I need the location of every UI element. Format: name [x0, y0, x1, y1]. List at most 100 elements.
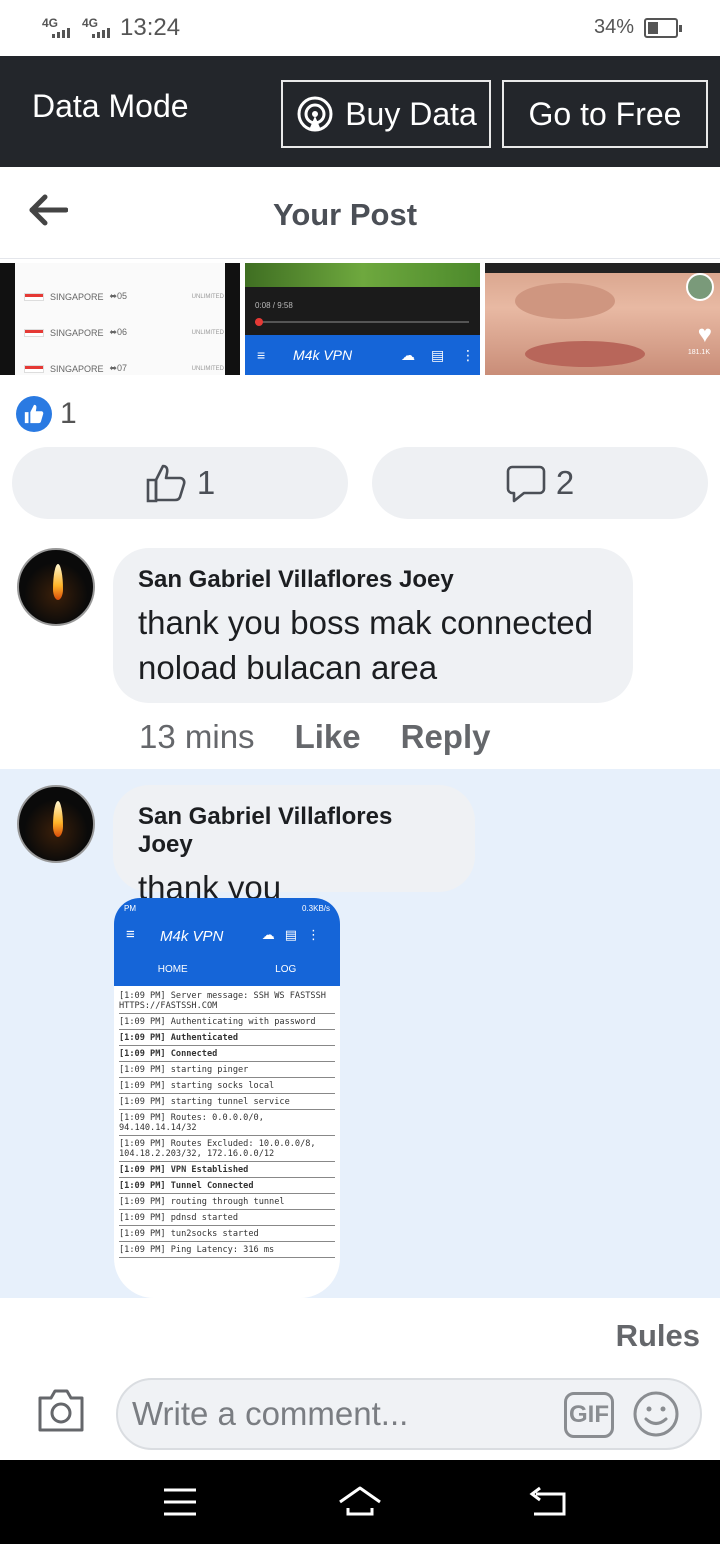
comment-like-button[interactable]: Like: [295, 718, 361, 756]
comment-input-wrapper: GIF: [116, 1378, 702, 1450]
menu-icon[interactable]: [156, 1482, 204, 1522]
log-entry: [1:09 PM] Tunnel Connected: [119, 1178, 335, 1194]
video-time: 0:08 / 9:58: [255, 301, 293, 310]
comment-meta: 13 mins Like Reply: [139, 718, 490, 756]
heart-icon: ♥: [697, 321, 712, 348]
emoji-icon[interactable]: [632, 1390, 680, 1438]
gif-button[interactable]: GIF: [564, 1392, 614, 1438]
vpn-log-list: [1:09 PM] Server message: SSH WS FASTSSH…: [119, 988, 335, 1258]
comment-input[interactable]: [132, 1392, 552, 1436]
avatar: [686, 273, 714, 301]
log-entry: [1:09 PM] starting pinger: [119, 1062, 335, 1078]
singapore-flag-icon: [24, 364, 44, 373]
home-icon[interactable]: [336, 1482, 384, 1522]
server-name: SINGAPORE: [50, 363, 104, 374]
comment-bubble[interactable]: San Gabriel Villaflores Joey thank you: [113, 785, 475, 906]
app-toolbar-icons: ☁▤⋮: [261, 927, 330, 942]
log-entry: [1:09 PM] routing through tunnel: [119, 1194, 335, 1210]
vpn-app-header: PM 0.3KB/s ≡ M4k VPN ☁▤⋮ HOME LOG: [114, 898, 340, 986]
document-icon: ▤: [431, 347, 445, 363]
log-entry: [1:09 PM] tun2socks started: [119, 1226, 335, 1242]
back-icon[interactable]: [524, 1482, 572, 1522]
like-count: 1: [196, 464, 216, 501]
log-entry: [1:09 PM] Routes: 0.0.0.0/0, 94.140.14.1…: [119, 1110, 335, 1136]
avatar[interactable]: [17, 548, 95, 626]
media-thumbnail-servers[interactable]: SINGAPORE ⬌05 UNLIMITED SINGAPORE ⬌06 UNLI…: [0, 263, 240, 375]
go-to-free-label: Go to Free: [528, 95, 682, 132]
system-nav-bar: [0, 1460, 720, 1544]
log-entry: [1:09 PM] Authenticating with password: [119, 1014, 335, 1030]
like-button[interactable]: 1: [12, 447, 348, 519]
log-entry: [1:09 PM] pdnsd started: [119, 1210, 335, 1226]
singapore-flag-icon: [24, 292, 44, 301]
log-entry: [1:09 PM] Connected: [119, 1046, 335, 1062]
log-entry: [1:09 PM] Authenticated: [119, 1030, 335, 1046]
post-header: Your Post: [0, 167, 720, 259]
thumbs-up-icon: [146, 464, 186, 503]
media-thumbnail-video[interactable]: 0:08 / 9:58 ≡ M4k VPN ☁ ▤ ⋮: [245, 263, 480, 375]
comment-author[interactable]: San Gabriel Villaflores Joey: [138, 566, 607, 594]
menu-icon: ≡: [257, 347, 266, 363]
more-icon: ⋮: [461, 347, 475, 363]
server-suffix: ⬌05: [109, 291, 128, 301]
like-reaction-icon: [16, 396, 52, 432]
post-media-strip: SINGAPORE ⬌05 UNLIMITED SINGAPORE ⬌06 UNLI…: [0, 263, 720, 375]
data-mode-banner: Data Mode Buy Data Go to Free: [0, 56, 720, 167]
comment-attachment-image[interactable]: PM 0.3KB/s ≡ M4k VPN ☁▤⋮ HOME LOG [1:09 …: [114, 898, 340, 1298]
comment-text: thank you boss mak connected noload bula…: [138, 604, 593, 686]
server-name: SINGAPORE: [50, 291, 104, 302]
comment-bubble[interactable]: San Gabriel Villaflores Joey thank you b…: [113, 548, 633, 703]
like-count-small: 181.1K: [687, 349, 710, 356]
candle-flame-icon: [53, 564, 63, 600]
gif-label: GIF: [569, 1401, 609, 1428]
page-title: Your Post: [272, 197, 418, 232]
server-plan: UNLIMITED: [191, 293, 224, 300]
vpn-app-title: M4k VPN: [160, 928, 224, 945]
battery-icon: [644, 18, 682, 38]
vpn-app-bar: ≡ M4k VPN ☁ ▤ ⋮: [245, 335, 480, 375]
camera-icon[interactable]: [36, 1386, 86, 1434]
comment-time: 13 mins: [139, 718, 255, 755]
log-entry: [1:09 PM] starting tunnel service: [119, 1094, 335, 1110]
comment-composer: GIF: [0, 1372, 720, 1460]
comment-reply-button[interactable]: Reply: [401, 718, 491, 756]
video-progress: [255, 318, 469, 326]
log-entry: [1:09 PM] VPN Established: [119, 1162, 335, 1178]
attachment-time: PM: [124, 904, 136, 913]
rules-link[interactable]: Rules: [616, 1318, 700, 1354]
media-thumbnail-face[interactable]: ♥ 181.1K: [485, 263, 720, 375]
log-entry: [1:09 PM] Ping Latency: 316 ms: [119, 1242, 335, 1258]
log-entry: [1:09 PM] Server message: SSH WS FASTSSH…: [119, 988, 335, 1014]
go-to-free-button[interactable]: Go to Free: [502, 80, 708, 148]
server-row: SINGAPORE ⬌07 UNLIMITED: [24, 363, 224, 374]
server-name: SINGAPORE: [50, 327, 104, 338]
broadcast-icon: [297, 96, 333, 132]
buy-data-label: Buy Data: [345, 95, 477, 132]
server-suffix: ⬌07: [109, 363, 128, 373]
server-row: SINGAPORE ⬌06 UNLIMITED: [24, 327, 224, 338]
comment-button[interactable]: 2: [372, 447, 708, 519]
avatar[interactable]: [17, 785, 95, 863]
menu-icon: ≡: [126, 926, 135, 943]
candle-flame-icon: [53, 801, 63, 837]
battery-percent: 34%: [594, 16, 635, 38]
reaction-summary[interactable]: 1: [16, 396, 77, 432]
log-entry: [1:09 PM] Routes Excluded: 10.0.0.0/8, 1…: [119, 1136, 335, 1162]
tab-log: LOG: [275, 964, 297, 975]
comment-count: 2: [555, 464, 575, 501]
comment-icon: [506, 465, 546, 503]
attachment-speed: 0.3KB/s: [301, 904, 330, 913]
reaction-count: 1: [60, 397, 77, 430]
clock: 13:24: [120, 14, 181, 41]
comment-author[interactable]: San Gabriel Villaflores Joey: [138, 803, 449, 859]
server-plan: UNLIMITED: [191, 329, 224, 336]
vpn-tabs: HOME LOG: [114, 964, 340, 975]
buy-data-button[interactable]: Buy Data: [281, 80, 491, 148]
server-suffix: ⬌06: [109, 327, 128, 337]
server-row: SINGAPORE ⬌05 UNLIMITED: [24, 291, 224, 302]
log-entry: [1:09 PM] starting socks local: [119, 1078, 335, 1094]
data-mode-label: Data Mode: [32, 88, 189, 124]
cloud-icon: ☁: [401, 347, 415, 363]
status-bar: 4G 4G 13:24 34%: [0, 0, 720, 56]
server-plan: UNLIMITED: [191, 365, 224, 372]
